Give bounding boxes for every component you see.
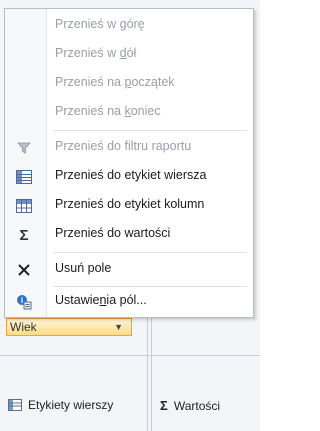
values-area-label: Wartości	[173, 398, 221, 413]
menu-item-move-to-values[interactable]: Σ Przenieś do wartości	[5, 220, 253, 249]
svg-text:i: i	[21, 296, 23, 305]
field-context-menu: Przenieś w górę Przenieś w dół Przenieś …	[4, 8, 254, 318]
values-area[interactable]: Σ Wartości	[160, 398, 220, 413]
sigma-icon: Σ	[160, 398, 168, 413]
menu-item-label: Przenieś w dół	[55, 46, 137, 60]
menu-item-label: Przenieś w górę	[55, 17, 145, 31]
row-labels-area-label: Etykiety wierszy	[28, 398, 114, 412]
menu-item-label: Przenieś do etykiet wiersza	[55, 168, 207, 182]
field-pill-wiek[interactable]: Wiek ▼	[6, 318, 132, 336]
menu-item-move-to-row-labels[interactable]: Przenieś do etykiet wiersza	[5, 162, 253, 191]
menu-separator	[53, 252, 247, 253]
remove-icon	[15, 261, 33, 279]
row-labels-icon	[15, 168, 33, 186]
menu-item-move-to-column-labels[interactable]: Przenieś do etykiet kolumn	[5, 191, 253, 220]
area-divider	[0, 355, 260, 356]
menu-item-remove-field[interactable]: Usuń pole	[5, 255, 253, 284]
menu-item-move-to-end[interactable]: Przenieś na koniec	[5, 98, 253, 127]
field-pill-label: Wiek	[10, 320, 37, 334]
menu-item-label: Przenieś do wartości	[55, 226, 171, 240]
row-labels-area[interactable]: Etykiety wierszy	[8, 398, 113, 412]
menu-item-label: Ustawienia pól...	[55, 293, 147, 307]
menu-item-move-up[interactable]: Przenieś w górę	[5, 11, 253, 40]
menu-item-label: Przenieś na koniec	[55, 104, 161, 118]
menu-item-move-down[interactable]: Przenieś w dół	[5, 40, 253, 69]
sigma-icon: Σ	[19, 226, 29, 244]
field-settings-icon: i	[15, 293, 33, 311]
menu-item-move-to-report-filter[interactable]: Przenieś do filtru raportu	[5, 133, 253, 162]
menu-item-label: Usuń pole	[55, 261, 112, 275]
menu-item-move-to-beginning[interactable]: Przenieś na początek	[5, 69, 253, 98]
row-labels-icon	[8, 399, 22, 411]
menu-item-label: Przenieś na początek	[55, 75, 175, 89]
chevron-down-icon[interactable]: ▼	[114, 319, 123, 335]
menu-item-label: Przenieś do etykiet kolumn	[55, 197, 205, 211]
menu-separator	[53, 130, 247, 131]
menu-item-label: Przenieś do filtru raportu	[55, 139, 192, 153]
column-labels-icon	[15, 197, 33, 215]
menu-item-field-settings[interactable]: i Ustawienia pól...	[5, 287, 253, 316]
filter-icon	[15, 139, 33, 157]
